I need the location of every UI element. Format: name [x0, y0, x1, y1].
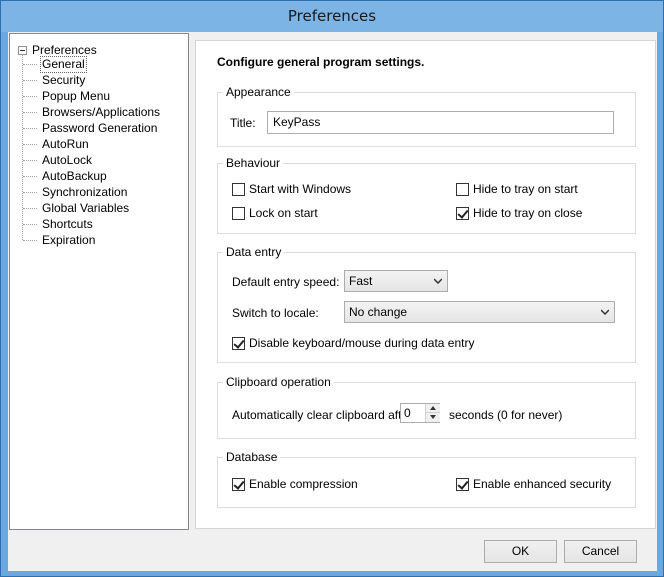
- checkbox-label: Hide to tray on start: [473, 182, 578, 196]
- checkbox-box[interactable]: [232, 182, 245, 196]
- tree-item-label: Security: [42, 72, 86, 87]
- panel-heading: Configure general program settings.: [217, 55, 425, 69]
- disable-keyboard-mouse-checkbox[interactable]: Disable keyboard/mouse during data entry: [232, 335, 474, 351]
- tree-item-general[interactable]: General: [23, 55, 87, 73]
- window-title: Preferences: [1, 1, 663, 32]
- group-title: Clipboard operation: [223, 375, 334, 389]
- tree-item-global-variables[interactable]: Global Variables: [23, 200, 131, 216]
- tree-item-shortcuts[interactable]: Shortcuts: [23, 216, 95, 232]
- hide-tray-close-checkbox[interactable]: Hide to tray on close: [456, 205, 582, 221]
- clear-clipboard-label: Automatically clear clipboard after: [232, 408, 413, 422]
- title-label: Title:: [230, 116, 256, 130]
- group-title: Data entry: [223, 245, 285, 259]
- checkbox-label: Start with Windows: [249, 182, 352, 196]
- checkbox-box-checked[interactable]: [232, 336, 245, 350]
- tree-item-security[interactable]: Security: [23, 72, 87, 88]
- locale-value: No change: [349, 305, 408, 319]
- tree-item-popup-menu[interactable]: Popup Menu: [23, 88, 112, 104]
- checkbox-label: Hide to tray on close: [473, 206, 583, 220]
- tree-item-label: Popup Menu: [42, 88, 111, 103]
- tree-item-label: AutoRun: [42, 136, 89, 151]
- tree-item-autorun[interactable]: AutoRun: [23, 136, 91, 152]
- checkbox-label: Disable keyboard/mouse during data entry: [249, 336, 475, 350]
- locale-label: Switch to locale:: [232, 306, 319, 320]
- checkbox-box-checked[interactable]: [232, 477, 245, 491]
- checkbox-box[interactable]: [456, 182, 469, 196]
- chevron-down-icon: [601, 309, 609, 315]
- tree-item-browsers-applications[interactable]: Browsers/Applications: [23, 104, 162, 120]
- checkbox-label: Enable enhanced security: [473, 477, 612, 491]
- checkbox-box-checked[interactable]: [456, 206, 469, 220]
- tree-item-label: Shortcuts: [42, 216, 93, 231]
- clear-clipboard-spinner[interactable]: 0: [400, 403, 440, 423]
- arrow-up-icon: [430, 406, 436, 410]
- ok-button[interactable]: OK: [484, 540, 557, 563]
- hide-tray-start-checkbox[interactable]: Hide to tray on start: [456, 181, 578, 197]
- tree-item-label: Password Generation: [42, 120, 158, 135]
- tree-item-label: Browsers/Applications: [42, 104, 161, 119]
- clipboard-group: Clipboard operation Automatically clear …: [217, 375, 636, 439]
- tree-item-label: Synchronization: [42, 184, 128, 199]
- tree-item-label: AutoBackup: [42, 168, 107, 183]
- tree-item-label: Expiration: [42, 232, 96, 247]
- dialog-client: Preferences General Security Popup Menu …: [8, 32, 657, 571]
- entry-speed-select[interactable]: Fast: [344, 270, 448, 292]
- clear-clipboard-suffix: seconds (0 for never): [449, 408, 563, 422]
- lock-on-start-checkbox[interactable]: Lock on start: [232, 205, 318, 221]
- behaviour-group: Behaviour Start with Windows Hide to tra…: [217, 156, 636, 234]
- tree-item-label: Global Variables: [42, 200, 130, 215]
- title-input[interactable]: KeyPass: [267, 111, 614, 134]
- data-entry-group: Data entry Default entry speed: Fast Swi…: [217, 245, 636, 363]
- tree-item-autobackup[interactable]: AutoBackup: [23, 168, 109, 184]
- spin-up-button[interactable]: [426, 404, 440, 413]
- cancel-button[interactable]: Cancel: [564, 540, 637, 563]
- general-settings-panel: Configure general program settings. Appe…: [195, 40, 656, 529]
- entry-speed-value: Fast: [349, 274, 373, 288]
- tree-item-autolock[interactable]: AutoLock: [23, 152, 94, 168]
- checkbox-box-checked[interactable]: [456, 477, 469, 491]
- tree-item-synchronization[interactable]: Synchronization: [23, 184, 129, 200]
- locale-select[interactable]: No change: [344, 301, 615, 323]
- enable-enhanced-security-checkbox[interactable]: Enable enhanced security: [456, 476, 611, 492]
- group-title: Database: [223, 450, 281, 464]
- start-with-windows-checkbox[interactable]: Start with Windows: [232, 181, 351, 197]
- tree-item-password-generation[interactable]: Password Generation: [23, 120, 159, 136]
- checkbox-label: Lock on start: [249, 206, 318, 220]
- checkbox-label: Enable compression: [249, 477, 358, 491]
- database-group: Database Enable compression Enable enhan…: [217, 450, 636, 508]
- settings-tree[interactable]: Preferences General Security Popup Menu …: [9, 33, 189, 530]
- chevron-down-icon: [434, 278, 442, 284]
- arrow-down-icon: [430, 415, 436, 419]
- group-title: Behaviour: [223, 156, 284, 170]
- tree-item-label: AutoLock: [42, 152, 93, 167]
- spin-down-button[interactable]: [426, 413, 440, 422]
- appearance-group: Appearance Title: KeyPass: [217, 85, 636, 147]
- group-title: Appearance: [223, 85, 294, 99]
- enable-compression-checkbox[interactable]: Enable compression: [232, 476, 358, 492]
- preferences-window: Preferences Preferences General Security…: [0, 0, 664, 577]
- spinner-value[interactable]: 0: [404, 406, 411, 420]
- entry-speed-label: Default entry speed:: [232, 275, 340, 289]
- tree-item-label: General: [40, 55, 87, 73]
- checkbox-box[interactable]: [232, 206, 245, 220]
- tree-item-expiration[interactable]: Expiration: [23, 232, 97, 248]
